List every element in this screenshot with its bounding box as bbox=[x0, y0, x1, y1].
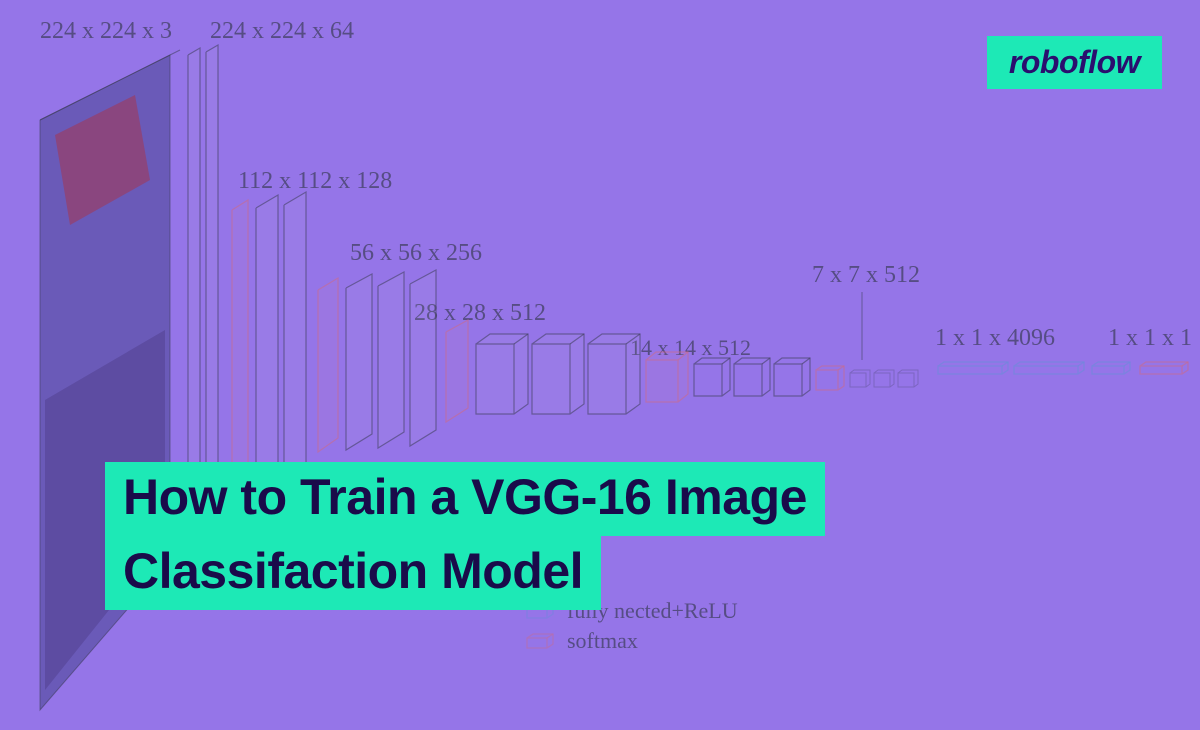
layer-label-conv1: 224 x 224 x 64 bbox=[210, 18, 354, 45]
title-line-1: How to Train a VGG-16 Image bbox=[105, 462, 825, 536]
layer-label-conv2: 112 x 112 x 128 bbox=[238, 168, 392, 195]
title-line-2: Classifaction Model bbox=[105, 536, 601, 610]
legend-row-softmax: softmax bbox=[525, 628, 738, 654]
conv-block-6 bbox=[850, 370, 918, 387]
layer-label-conv3: 56 x 56 x 256 bbox=[350, 240, 482, 267]
layer-label-fc1: 1 x 1 x 4096 bbox=[935, 325, 1055, 352]
layer-label-fc2: 1 x 1 x 1 bbox=[1108, 325, 1192, 352]
conv-block-5 bbox=[694, 358, 844, 396]
brand-badge: roboflow bbox=[987, 36, 1162, 89]
fc-layers bbox=[938, 362, 1188, 374]
layer-label-conv5: 14 x 14 x 512 bbox=[630, 335, 751, 361]
layer-label-conv4: 28 x 28 x 512 bbox=[414, 300, 546, 327]
conv-block-3 bbox=[346, 270, 468, 450]
legend-label-softmax: softmax bbox=[567, 628, 638, 654]
legend-cube-icon-red bbox=[525, 632, 557, 650]
input-image-slab bbox=[40, 50, 180, 710]
page-title: How to Train a VGG-16 Image Classifactio… bbox=[105, 462, 825, 610]
conv-block-2 bbox=[256, 192, 338, 488]
layer-label-input: 224 x 224 x 3 bbox=[40, 18, 172, 45]
layer-label-conv6: 7 x 7 x 512 bbox=[812, 262, 920, 289]
